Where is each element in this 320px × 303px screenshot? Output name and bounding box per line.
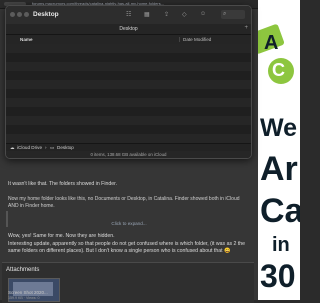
finder-window[interactable]: ‹ Desktop ☷ ▦ ⇪ ◇ ☺ ⌕ Desktop + Name Dat…	[5, 5, 252, 159]
status-bar: 0 items, 138.68 GB available on iCloud	[6, 151, 251, 158]
list-row	[6, 116, 251, 125]
ad-line-in: in	[272, 234, 290, 256]
add-tab-icon[interactable]: +	[244, 25, 248, 31]
list-row	[6, 80, 251, 89]
quote-text: It wasn't like that. The folders showed …	[8, 181, 118, 187]
column-name[interactable]: Name	[20, 37, 33, 42]
close-window-button[interactable]	[10, 12, 15, 17]
tag-icon[interactable]: ◇	[182, 11, 187, 18]
list-row	[6, 53, 251, 62]
attachment-file-name[interactable]: Screen Shot 2020...	[8, 290, 48, 295]
list-row	[6, 89, 251, 98]
ad-line-ar: Ar	[260, 150, 298, 188]
breadcrumb-separator: ›	[45, 145, 47, 150]
list-row	[6, 125, 251, 134]
breadcrumb-icloud-drive[interactable]: iCloud Drive	[17, 145, 42, 150]
quoted-paragraph: Now my home folder looks like this, no D…	[8, 196, 240, 209]
file-list[interactable]	[6, 44, 251, 143]
breadcrumb-desktop[interactable]: Desktop	[57, 145, 74, 150]
status-text: 0 items, 138.68 GB available on iCloud	[90, 152, 167, 157]
share-icon[interactable]: ⇪	[164, 11, 169, 18]
ad-top-area	[258, 0, 300, 110]
post-line-1: Wow, yes! Same for me. Now they are hidd…	[8, 233, 115, 239]
window-title: Desktop	[33, 11, 59, 18]
list-row	[6, 98, 251, 107]
list-row	[6, 44, 251, 53]
ad-line-ca: Ca	[260, 192, 300, 230]
ad-line-30: 30	[260, 258, 296, 294]
attachments-title: Attachments	[6, 267, 40, 273]
zoom-window-button[interactable]	[24, 12, 29, 17]
search-icon: ⌕	[223, 11, 227, 17]
action-icon[interactable]: ☺	[200, 11, 206, 17]
finder-toolbar: ‹ Desktop ☷ ▦ ⇪ ◇ ☺ ⌕	[6, 6, 251, 25]
tab-desktop[interactable]: Desktop	[6, 26, 251, 32]
attachment-file-size: 159.9 KB · Views: 0	[8, 296, 40, 300]
list-row	[6, 134, 251, 143]
list-row	[6, 62, 251, 71]
path-tab-bar: Desktop +	[6, 24, 251, 35]
minimize-window-button[interactable]	[17, 12, 22, 17]
list-row	[6, 107, 251, 116]
advertisement-banner[interactable]: A C We I Ar Ca in 30	[258, 0, 300, 300]
view-icon[interactable]: ☷	[126, 11, 131, 18]
click-to-expand-link[interactable]: Click to expand...	[0, 221, 258, 226]
ad-letter-c: C	[272, 60, 285, 80]
group-icon[interactable]: ▦	[144, 11, 150, 18]
column-date-modified[interactable]: Date Modified	[179, 37, 211, 42]
search-field[interactable]: ⌕	[221, 10, 245, 19]
post-line-2: Interesting update, apparently so that p…	[8, 241, 246, 254]
ad-letter-a: A	[264, 32, 279, 54]
ad-line-we: We I	[260, 114, 300, 142]
list-row	[6, 71, 251, 80]
